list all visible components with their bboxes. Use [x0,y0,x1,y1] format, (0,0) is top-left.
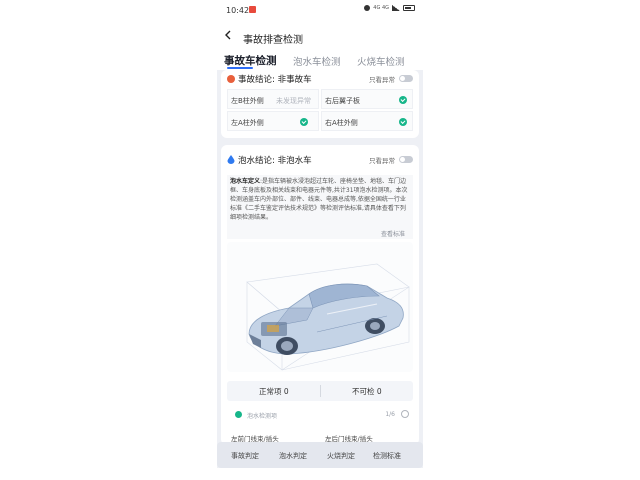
location-icon [364,5,371,11]
item-label: 右A柱外侧 [325,119,358,127]
check-icon [235,411,242,418]
item-label: 左A柱外侧 [231,119,264,127]
page-header: 事故排查检测 [217,22,423,50]
bottom-nav-accident[interactable]: 事故判定 [231,451,259,461]
flood-conclusion-value: 非泡水车 [277,156,312,166]
water-drop-icon [227,155,235,164]
status-bar: 10:42 4G 4G [217,0,423,22]
check-icon [300,118,308,126]
item-value: 未发现异常 [276,97,311,105]
stats-divider [320,385,321,397]
page-title: 事故排查检测 [243,35,303,46]
bottom-nav-flood[interactable]: 泡水判定 [279,451,307,461]
info-icon[interactable] [401,410,409,418]
accident-icon [227,75,235,83]
check-icon [399,96,407,104]
status-time: 10:42 [226,6,250,15]
status-icons: 4G 4G [364,5,415,11]
accident-abnormal-toggle[interactable] [399,75,413,82]
car-xray-image [246,263,410,371]
tab-accident[interactable]: 事故车检测 [224,53,277,68]
item-label: 左B柱外侧 [231,97,264,105]
list-item[interactable]: 右A柱外侧 [321,111,413,131]
notification-icon [249,6,256,13]
tab-underline [227,67,253,69]
bottom-nav-standard[interactable]: 检测标准 [373,451,401,461]
network-label: 4G 4G [373,4,389,11]
flood-conclusion-prefix: 泡水结论: [238,156,275,166]
item-label: 右后翼子板 [325,97,360,105]
flood-item-label: 泡水检测项 [247,413,278,420]
flood-card: 泡水结论: 非泡水车 只看异常 泡水车定义:是指车辆被水浸泡超过车轮、座椅坐垫、… [221,145,419,445]
home-indicator-area [217,468,423,480]
tab-bar: 事故车检测 泡水车检测 火烧车检测 [217,50,423,70]
accident-conclusion-prefix: 事故结论: [238,75,275,85]
phone-screen: 10:42 4G 4G 事故排查检测 事故车检测 泡水车检测 火烧车检测 事故结… [217,0,423,480]
flood-abnormal-only-label: 只看异常 [369,157,395,165]
list-item[interactable]: 左A柱外侧 [227,111,319,131]
view-standard-link[interactable]: 查看标准 [381,229,405,238]
tab-flood[interactable]: 泡水车检测 [293,54,341,68]
accident-conclusion-value: 非事故车 [277,75,312,85]
bottom-nav: 事故判定 泡水判定 火烧判定 检测标准 [217,442,423,468]
list-item[interactable]: 右后翼子板 [321,89,413,109]
flood-conclusion: 泡水结论: 非泡水车 [227,154,312,166]
flood-abnormal-toggle[interactable] [399,156,413,163]
battery-icon [403,5,415,11]
car-diagram [227,242,413,372]
check-icon [399,118,407,126]
bottom-nav-fire[interactable]: 火烧判定 [327,451,355,461]
flood-item-row[interactable]: 泡水检测项 1/6 [227,407,413,423]
unchecked-count[interactable]: 不可检 0 [352,386,382,397]
flood-definition-title: 泡水车定义 [230,178,261,185]
normal-count[interactable]: 正常项 0 [259,386,289,397]
accident-conclusion: 事故结论: 非事故车 [227,73,312,85]
flood-stats-bar: 正常项 0 不可检 0 [227,381,413,401]
tab-fire[interactable]: 火烧车检测 [357,54,405,68]
list-item[interactable]: 左B柱外侧 未发现异常 [227,89,319,109]
accident-card: 事故结论: 非事故车 只看异常 左B柱外侧 未发现异常 右后翼子板 左A柱外侧 … [221,70,419,138]
signal-icon [392,5,400,11]
accident-abnormal-only-label: 只看异常 [369,76,395,84]
flood-item-page: 1/6 [385,411,395,418]
back-arrow-icon[interactable] [223,30,233,40]
